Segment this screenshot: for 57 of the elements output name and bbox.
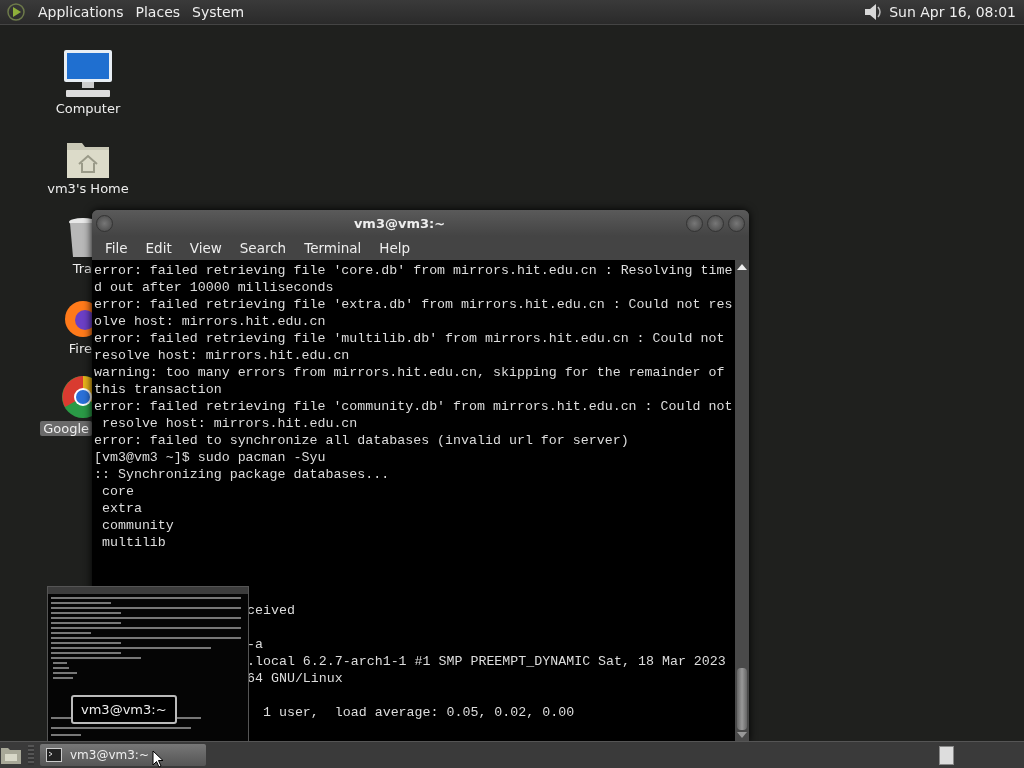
speaker-icon[interactable] <box>863 1 884 23</box>
terminal-line: resolve host: mirrors.hit.edu.cn <box>100 416 358 431</box>
menu-item[interactable]: Edit <box>136 240 181 256</box>
desktop-icon-label[interactable]: Google <box>40 421 92 436</box>
terminal-line: 1 user, load average: 0.05, 0.02, 0.00 <box>261 705 575 720</box>
terminal-line: d out after 10000 milliseconds <box>94 280 334 295</box>
maximize-button[interactable] <box>707 214 724 232</box>
trash-icon[interactable] <box>68 217 92 259</box>
terminal-line: core <box>100 484 134 499</box>
terminal-line: community <box>100 518 174 533</box>
window-menu-button[interactable] <box>96 214 113 232</box>
terminal-line: this transaction <box>94 382 222 397</box>
terminal-line: warning: too many errors from mirrors.hit.edu.cn, skipping for the remainder of <box>94 365 725 380</box>
taskbar-button[interactable]: vm3@vm3:~ <box>40 744 206 766</box>
panel-handle[interactable] <box>28 745 34 765</box>
terminal-line: :: Synchronizing package databases... <box>94 467 390 482</box>
window-preview[interactable]: vm3@vm3:~ <box>47 586 249 743</box>
scrollbar[interactable] <box>735 260 749 742</box>
menu-item[interactable]: Terminal <box>295 240 371 256</box>
terminal-line: error: failed retrieving file 'extra.db' from mirrors.hit.edu.cn : Could not res <box>94 297 733 312</box>
tooltip: vm3@vm3:~ <box>71 695 177 724</box>
terminal-line: ceived <box>247 603 295 618</box>
mouse-cursor-icon <box>152 750 164 768</box>
computer-icon[interactable] <box>62 49 114 99</box>
workspace-switcher[interactable] <box>939 745 954 765</box>
menu-item[interactable]: Help <box>370 240 420 256</box>
terminal-line: resolve host: mirrors.hit.edu.cn <box>94 348 350 363</box>
menu-item[interactable]: Search <box>230 240 296 256</box>
panel-menu[interactable]: Places <box>129 4 187 20</box>
close-button[interactable] <box>728 214 745 232</box>
panel-menu[interactable]: System <box>186 4 251 20</box>
terminal-line: -a <box>247 637 263 652</box>
terminal-line: extra <box>100 501 142 516</box>
scroll-up-icon[interactable] <box>737 264 747 270</box>
panel-menu[interactable]: Applications <box>32 4 130 20</box>
scrollbar-thumb[interactable] <box>737 668 747 730</box>
terminal-line: olve host: mirrors.hit.edu.cn <box>94 314 326 329</box>
terminal-line: .local 6.2.7-arch1-1 #1 SMP PREEMPT_DYNAMIC Sat, 18 Mar 2023 <box>247 654 726 669</box>
menu-item[interactable]: View <box>180 240 231 256</box>
desktop-icon-label[interactable]: Computer <box>55 101 121 116</box>
terminal-line: error: failed to synchronize all databases (invalid url for server) <box>94 433 629 448</box>
terminal-line: [vm3@vm3 ~]$ sudo pacman -Syu <box>94 450 326 465</box>
terminal-line: error: failed retrieving file 'multilib.db' from mirrors.hit.edu.cn : Could not <box>94 331 725 346</box>
desktop-icon-label[interactable]: vm3's Home <box>47 181 129 196</box>
terminal-line: error: failed retrieving file 'community.db' from mirrors.hit.edu.cn : Could not <box>94 399 733 414</box>
menu-item[interactable]: File <box>96 240 137 256</box>
window-title: vm3@vm3:~ <box>352 215 447 231</box>
scroll-down-icon[interactable] <box>737 732 747 738</box>
desktop-icon-label[interactable]: Tra <box>72 261 92 276</box>
terminal-line: multilib <box>100 535 166 550</box>
minimize-button[interactable] <box>686 214 703 232</box>
desktop-icon-label[interactable]: Fire <box>68 341 92 356</box>
show-desktop-icon[interactable] <box>0 745 22 765</box>
logo-icon[interactable] <box>6 2 26 22</box>
clock[interactable]: Sun Apr 16, 08:01 <box>883 4 1020 20</box>
terminal-line: error: failed retrieving file 'core.db' from mirrors.hit.edu.cn : Resolving time <box>94 263 733 278</box>
terminal-icon <box>46 748 62 762</box>
